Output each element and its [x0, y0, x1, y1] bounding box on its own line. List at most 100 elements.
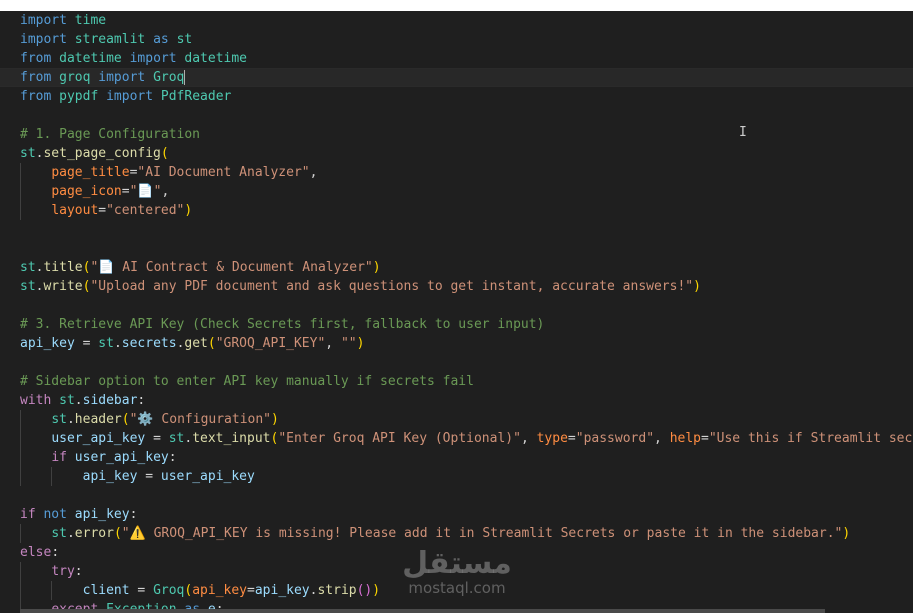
code-token: strip [317, 583, 357, 598]
code-token: "" [340, 336, 357, 351]
code-token: ) [693, 279, 701, 294]
code-token: st [51, 526, 67, 541]
code-token: set_page_config [43, 146, 161, 161]
code-token: "centered" [106, 203, 185, 218]
code-token: Groq [153, 583, 185, 598]
text-cursor [184, 70, 186, 85]
code-token: user_api_key [51, 431, 146, 446]
code-line[interactable]: api_key = user_api_key [0, 467, 913, 486]
code-text: st.set_page_config( [20, 144, 169, 163]
code-token: st [59, 393, 75, 408]
code-token: get [184, 336, 208, 351]
code-line[interactable] [0, 296, 913, 315]
code-token: "Enter Groq API Key (Optional)" [278, 431, 521, 446]
code-token: write [43, 279, 83, 294]
code-token: , [161, 184, 170, 199]
code-token: from [20, 89, 52, 104]
code-token: datetime [184, 51, 248, 66]
code-line[interactable]: from pypdf import PdfReader [0, 87, 913, 106]
code-token: = [121, 184, 130, 199]
code-token: : [74, 564, 83, 579]
code-token: ( [160, 146, 169, 161]
code-token: ) [842, 526, 851, 541]
code-token: ( [121, 412, 130, 427]
code-token: from [20, 70, 52, 85]
code-line[interactable]: st.write("Upload any PDF document and as… [0, 277, 913, 296]
code-token: PdfReader [160, 89, 232, 104]
code-token: if [51, 450, 67, 465]
code-text: page_title="AI Document Analyzer", [20, 163, 317, 182]
code-line[interactable]: st.header("⚙️ Configuration") [0, 410, 913, 429]
code-line[interactable]: # 3. Retrieve API Key (Check Secrets fir… [0, 315, 913, 334]
code-line[interactable]: st.error("⚠️ GROQ_API_KEY is missing! Pl… [0, 524, 913, 543]
code-token: import [98, 70, 146, 85]
code-line[interactable] [0, 486, 913, 505]
code-line[interactable]: import streamlit as st [0, 30, 913, 49]
code-line[interactable]: page_icon="📄", [0, 182, 913, 201]
code-token: , [654, 431, 670, 446]
code-line[interactable] [0, 106, 913, 125]
code-line[interactable]: layout="centered") [0, 201, 913, 220]
code-line[interactable]: page_title="AI Document Analyzer", [0, 163, 913, 182]
code-token: pypdf [59, 89, 99, 104]
code-token: ) [356, 336, 365, 351]
code-text: api_key = st.secrets.get("GROQ_API_KEY",… [20, 334, 364, 353]
code-line[interactable] [0, 239, 913, 258]
code-line[interactable]: from groq import Groq [0, 68, 913, 87]
code-editor[interactable]: import time import streamlit as st from da… [0, 11, 913, 613]
code-token: st [20, 260, 36, 275]
code-line[interactable]: api_key = st.secrets.get("GROQ_API_KEY",… [0, 334, 913, 353]
code-text: layout="centered") [20, 201, 192, 220]
code-token: st [98, 336, 114, 351]
code-text: import time [20, 11, 106, 30]
code-line[interactable]: # 1. Page Configuration [0, 125, 913, 144]
code-token: secrets [121, 336, 177, 351]
code-token: layout [51, 203, 99, 218]
code-token: # Sidebar option to enter API key manual… [20, 374, 474, 389]
code-text: api_key = user_api_key [20, 467, 255, 486]
code-line[interactable]: with st.sidebar: [0, 391, 913, 410]
code-line[interactable]: # Sidebar option to enter API key manual… [0, 372, 913, 391]
code-token: "⚙️ Configuration" [129, 412, 272, 427]
code-line[interactable]: user_api_key = st.text_input("Enter Groq… [0, 429, 913, 448]
code-token: sidebar [82, 393, 138, 408]
code-token: . [113, 336, 122, 351]
code-line[interactable]: if user_api_key: [0, 448, 913, 467]
code-token: datetime [59, 51, 122, 66]
horizontal-scrollbar[interactable] [20, 609, 825, 613]
code-token: api_key [192, 583, 248, 598]
code-token: ( [207, 336, 216, 351]
code-token: st [168, 431, 185, 446]
code-token: . [74, 393, 83, 408]
code-line[interactable]: st.set_page_config( [0, 144, 913, 163]
mouse-ibeam-cursor-icon: I [739, 125, 747, 140]
code-token: api_key [20, 336, 75, 351]
code-line[interactable] [0, 220, 913, 239]
code-line[interactable]: from datetime import datetime [0, 49, 913, 68]
code-token: "GROQ_API_KEY" [215, 336, 326, 351]
code-token: : [137, 393, 146, 408]
code-token: groq [59, 70, 91, 85]
code-token: type [536, 431, 568, 446]
code-token: "📄 AI Contract & Document Analyzer" [90, 260, 373, 275]
code-line[interactable]: if not api_key: [0, 505, 913, 524]
code-line[interactable]: st.title("📄 AI Contract & Document Analy… [0, 258, 913, 277]
code-token: : [168, 450, 177, 465]
code-line[interactable] [0, 353, 913, 372]
code-token: with [20, 393, 52, 408]
code-line[interactable]: import time [0, 11, 913, 30]
code-text: import streamlit as st [20, 30, 192, 49]
code-token: api_key [74, 507, 130, 522]
